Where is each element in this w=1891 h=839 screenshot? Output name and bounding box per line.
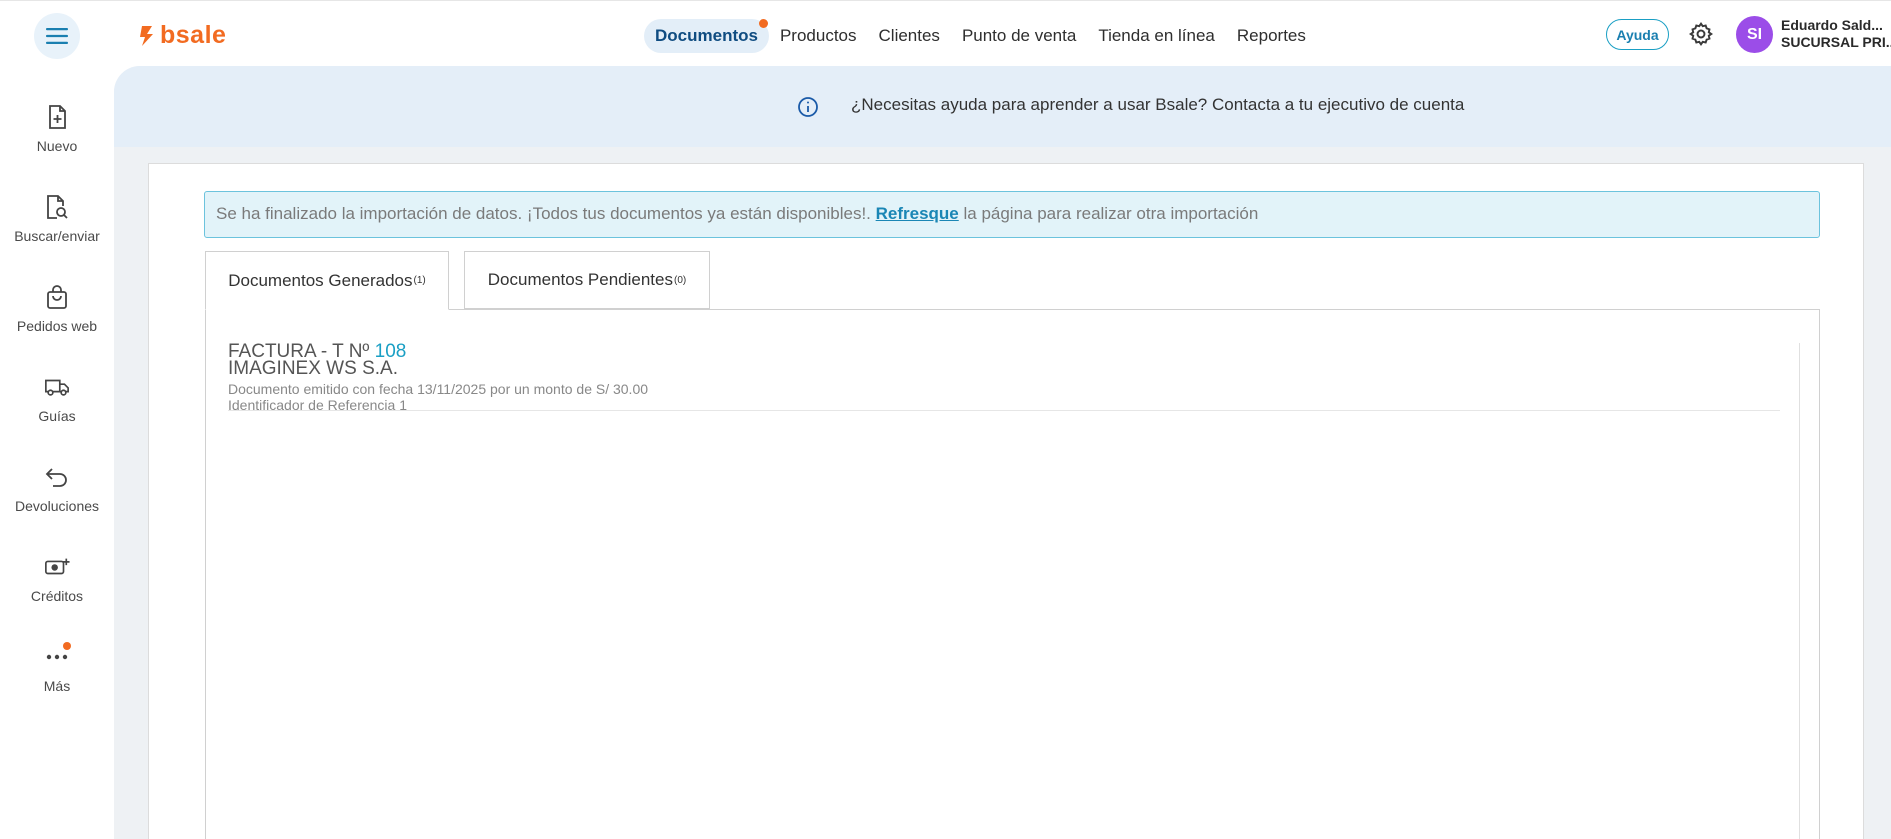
truck-icon (44, 374, 70, 400)
nav-label: Productos (779, 26, 857, 45)
nav-label: Reportes (1236, 26, 1306, 45)
sidebar-item-label: Buscar/enviar (14, 228, 100, 244)
document-list: FACTURA - T Nº 108 IMAGINEX WS S.A. Docu… (228, 342, 1800, 839)
nav-tienda-en-linea[interactable]: Tienda en línea (1087, 19, 1226, 53)
document-reference: Identificador de Referencia 1 (228, 397, 407, 413)
help-banner: ¿Necesitas ayuda para aprender a usar Bs… (114, 66, 1891, 147)
file-search-icon (44, 194, 70, 220)
nav-label: Punto de venta (961, 26, 1077, 45)
nav-punto-de-venta[interactable]: Punto de venta (951, 19, 1087, 53)
sidebar-item-buscar-enviar[interactable]: Buscar/enviar (0, 194, 114, 244)
document-meta: Documento emitido con fecha 13/11/2025 p… (228, 381, 649, 397)
alert-text-tail: la página para realizar otra importación (958, 204, 1259, 223)
banner-text: ¿Necesitas ayuda para aprender a usar Bs… (851, 95, 1465, 114)
info-icon (797, 96, 819, 123)
nav-label: Documentos (655, 26, 758, 45)
tab-count: (0) (674, 274, 687, 286)
tab-documentos-pendientes[interactable]: Documentos Pendientes (0) (464, 251, 710, 309)
sidebar-item-label: Pedidos web (16, 318, 98, 334)
sidebar-item-creditos[interactable]: Créditos (0, 554, 114, 604)
user-info[interactable]: Eduardo Sald... SUCURSAL PRI... (1781, 17, 1891, 51)
nav-label: Clientes (878, 26, 940, 45)
main-nav: Documentos Productos Clientes Punto de v… (644, 18, 1317, 54)
settings-button[interactable] (1688, 21, 1714, 52)
shopping-bag-icon (44, 284, 70, 310)
tab-label: Documentos Generados (228, 270, 413, 290)
nav-documentos[interactable]: Documentos (644, 19, 769, 53)
sidebar-item-label: Devoluciones (14, 498, 100, 514)
notification-dot (758, 19, 768, 28)
tab-label: Documentos Pendientes (487, 270, 673, 289)
import-complete-alert: Se ha finalizado la importación de datos… (204, 191, 1820, 238)
alert-text: Se ha finalizado la importación de datos… (216, 204, 876, 223)
hamburger-icon (46, 28, 68, 44)
tab-count: (1) (413, 275, 426, 286)
more-dots-icon (44, 642, 71, 670)
sidebar-item-pedidos-web[interactable]: Pedidos web (0, 284, 114, 334)
sidebar-item-label: Más (43, 678, 71, 694)
nav-label: Tienda en línea (1098, 26, 1215, 45)
bsale-logo[interactable]: bsale (138, 21, 226, 50)
sidebar: Nuevo Buscar/enviar Pedidos web Guías De… (0, 66, 114, 839)
avatar[interactable]: SI (1736, 16, 1773, 53)
top-bar: bsale Documentos Productos Clientes Punt… (0, 0, 1891, 66)
sidebar-item-label: Nuevo (36, 138, 78, 154)
notification-dot (63, 642, 71, 650)
user-name: Eduardo Sald... (1781, 17, 1883, 33)
gear-icon (1689, 22, 1713, 46)
hamburger-menu-button[interactable] (34, 13, 80, 59)
logo-text: bsale (160, 21, 227, 49)
nav-clientes[interactable]: Clientes (868, 19, 951, 53)
help-button[interactable]: Ayuda (1606, 19, 1669, 50)
document-company: IMAGINEX WS S.A. (228, 358, 398, 379)
refresh-link[interactable]: Refresque (876, 204, 959, 223)
list-item[interactable]: FACTURA - T Nº 108 IMAGINEX WS S.A. Docu… (228, 342, 1780, 413)
nav-productos[interactable]: Productos (769, 19, 868, 53)
return-arrow-icon (44, 464, 70, 490)
money-plus-icon (44, 554, 70, 580)
tab-documentos-generados[interactable]: Documentos Generados (1) (205, 251, 449, 310)
sidebar-item-guias[interactable]: Guías (0, 374, 114, 424)
tab-content: FACTURA - T Nº 108 IMAGINEX WS S.A. Docu… (205, 309, 1820, 839)
sidebar-item-devoluciones[interactable]: Devoluciones (0, 464, 114, 514)
bsale-logo-icon (140, 25, 153, 46)
sidebar-item-label: Guías (38, 408, 76, 424)
file-plus-icon (44, 104, 70, 130)
nav-reportes[interactable]: Reportes (1226, 19, 1317, 53)
user-branch: SUCURSAL PRI... (1781, 34, 1891, 50)
sidebar-item-mas[interactable]: Más (0, 642, 114, 694)
sidebar-item-nuevo[interactable]: Nuevo (0, 104, 114, 154)
sidebar-item-label: Créditos (30, 588, 84, 604)
